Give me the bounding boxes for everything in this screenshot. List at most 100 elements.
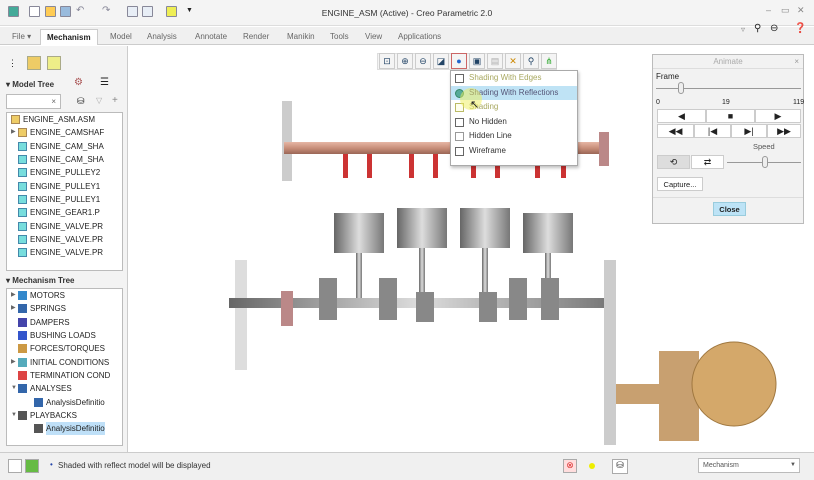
repaint-icon[interactable]: ◪: [433, 53, 449, 69]
speed-slider-thumb[interactable]: [762, 156, 768, 168]
zoom-out-icon[interactable]: ⊖: [415, 53, 431, 69]
model-tree-item[interactable]: ENGINE_VALVE.PR: [7, 219, 122, 232]
part-icon: [18, 155, 27, 165]
mechanism-tree-item[interactable]: ▶ MOTORS: [7, 289, 122, 302]
saved-orientations-icon[interactable]: ▣: [469, 53, 485, 69]
mechanism-tree-header[interactable]: ▾ Mechanism Tree: [6, 276, 75, 285]
favorites-tab-icon[interactable]: [47, 56, 61, 70]
model-tree-item[interactable]: ENGINE_CAM_SHA: [7, 140, 122, 153]
view-manager-icon[interactable]: ▤: [487, 53, 503, 69]
model-tree-item[interactable]: ENGINE_ASM.ASM: [7, 113, 122, 126]
expand-icon[interactable]: ▼: [11, 382, 18, 395]
tab-mechanism[interactable]: Mechanism: [40, 29, 98, 45]
mechanism-tree-item[interactable]: ▼ ANALYSES: [7, 382, 122, 395]
help-icon[interactable]: ❓: [794, 23, 806, 34]
menu-item-hidden-line[interactable]: Hidden Line: [451, 129, 577, 144]
fast-forward-button[interactable]: ▶▶: [767, 124, 801, 138]
expand-icon[interactable]: ▶: [11, 289, 18, 302]
mechanism-tree-item[interactable]: ▶ SPRINGS: [7, 302, 122, 315]
tree-search-input[interactable]: ×: [6, 94, 61, 109]
regen-status-icon[interactable]: ⊗: [563, 459, 577, 473]
expand-icon[interactable]: ▶: [11, 356, 18, 369]
clear-icon[interactable]: ×: [51, 97, 56, 106]
file-menu[interactable]: File ▾: [6, 29, 37, 45]
model-tree-item[interactable]: ▶ ENGINE_CAMSHAF: [7, 126, 122, 139]
find-button[interactable]: ⛁: [612, 459, 628, 474]
toggle-navigator-icon[interactable]: [8, 459, 22, 473]
frame-slider-thumb[interactable]: [678, 82, 685, 94]
mechanism-tree-item[interactable]: ▼ PLAYBACKS: [7, 409, 122, 422]
minimize-button[interactable]: –: [766, 5, 771, 15]
mechanism-tree-item[interactable]: AnalysisDefinitio: [7, 395, 122, 408]
refit-icon[interactable]: ⊡: [379, 53, 395, 69]
play-forward-button[interactable]: ▶: [755, 109, 801, 123]
model-tree-item[interactable]: ENGINE_VALVE.PR: [7, 233, 122, 246]
collapse-ribbon-icon[interactable]: ▿: [741, 25, 745, 34]
tab-applications[interactable]: Applications: [392, 29, 447, 45]
mouse-cursor-icon: ↖: [470, 99, 480, 111]
tab-analysis[interactable]: Analysis: [141, 29, 183, 45]
menu-item-no-hidden[interactable]: No Hidden: [451, 115, 577, 130]
datum-display-icon[interactable]: ✕: [505, 53, 521, 69]
add-column-icon[interactable]: +: [112, 95, 118, 106]
play-backward-button[interactable]: ◀: [657, 109, 706, 123]
model-tree-item[interactable]: ENGINE_VALVE.PR: [7, 246, 122, 259]
tab-view[interactable]: View: [359, 29, 388, 45]
stop-button[interactable]: ■: [706, 109, 755, 123]
model-tree-item[interactable]: ENGINE_GEAR1.P: [7, 206, 122, 219]
toggle-browser-icon[interactable]: [25, 459, 39, 473]
filter-icon[interactable]: ▽: [96, 96, 102, 105]
close-dialog-button[interactable]: Close: [713, 202, 746, 216]
menu-item-shading-with-edges[interactable]: Shading With Edges: [451, 71, 577, 86]
expand-icon[interactable]: ▶: [11, 126, 18, 139]
flywheel: [235, 260, 247, 370]
tab-annotate[interactable]: Annotate: [189, 29, 233, 45]
mechanism-tree-item[interactable]: TERMINATION COND: [7, 369, 122, 382]
capture-button[interactable]: Capture...: [657, 177, 703, 191]
mechanism-tree-item[interactable]: FORCES/TORQUES: [7, 342, 122, 355]
model-tree-item[interactable]: ENGINE_PULLEY2: [7, 166, 122, 179]
folder-browser-tab-icon[interactable]: [27, 56, 41, 70]
mechanism-tree-item[interactable]: BUSHING LOADS: [7, 329, 122, 342]
item-label: ENGINE_ASM.ASM: [23, 115, 96, 125]
selection-filter-select[interactable]: Mechanism ▼: [698, 458, 800, 473]
show-icon[interactable]: ☰: [100, 77, 109, 88]
tab-render[interactable]: Render: [237, 29, 275, 45]
reverse-button[interactable]: ⇄: [691, 155, 724, 169]
expand-icon[interactable]: ▶: [11, 302, 18, 315]
find-icon[interactable]: ⛁: [77, 96, 85, 107]
mechanism-tree-item[interactable]: DAMPERS: [7, 316, 122, 329]
menu-item-wireframe[interactable]: Wireframe: [451, 144, 577, 159]
step-forward-button[interactable]: ▶|: [731, 124, 767, 138]
expand-icon[interactable]: ▼: [11, 409, 18, 422]
close-button[interactable]: ✕: [797, 5, 805, 16]
tab-tools[interactable]: Tools: [324, 29, 355, 45]
item-label: ENGINE_PULLEY2: [30, 168, 101, 178]
menu-label: Wireframe: [469, 145, 506, 155]
part-icon: [18, 141, 27, 151]
annotation-display-icon[interactable]: ⋔: [541, 53, 557, 69]
display-style-button[interactable]: ●: [451, 53, 467, 69]
model-tree-item[interactable]: ENGINE_PULLEY1: [7, 179, 122, 192]
search-icon[interactable]: ⚲: [754, 23, 761, 34]
dialog-close-icon[interactable]: ×: [794, 57, 799, 66]
spin-center-icon[interactable]: ⚲: [523, 53, 539, 69]
step-backward-button[interactable]: |◀: [694, 124, 731, 138]
mechanism-tree-item[interactable]: AnalysisDefinitio: [7, 422, 122, 436]
settings-icon[interactable]: ⚙: [74, 77, 83, 88]
item-label: SPRINGS: [30, 304, 67, 314]
part-icon: [18, 234, 27, 244]
repeat-button[interactable]: ⟲: [657, 155, 690, 169]
restore-button[interactable]: ▭: [781, 5, 790, 16]
model-tree-item[interactable]: ENGINE_PULLEY1: [7, 193, 122, 206]
item-label: ENGINE_VALVE.PR: [30, 234, 104, 244]
mechanism-tree-item[interactable]: ▶ INITIAL CONDITIONS: [7, 355, 122, 368]
model-tree-item[interactable]: ENGINE_CAM_SHA: [7, 153, 122, 166]
zoom-in-icon[interactable]: ⊕: [397, 53, 413, 69]
rewind-button[interactable]: ◀◀: [657, 124, 694, 138]
tab-manikin[interactable]: Manikin: [281, 29, 321, 45]
model-tree-header[interactable]: ▾ Model Tree: [6, 80, 54, 89]
model-tree-tab-icon[interactable]: ⋮: [8, 58, 17, 69]
tab-model[interactable]: Model: [104, 29, 138, 45]
community-icon[interactable]: ⊖: [770, 23, 778, 34]
